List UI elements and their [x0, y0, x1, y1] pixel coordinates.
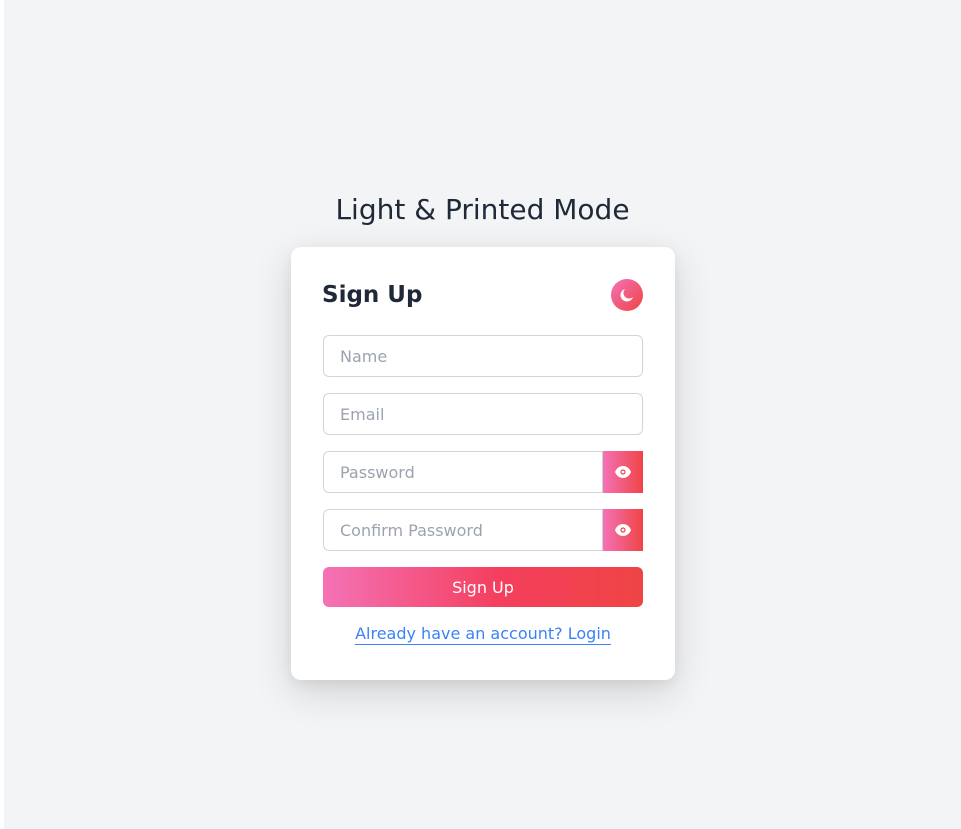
name-field-wrapper [323, 335, 643, 377]
password-visibility-toggle[interactable] [603, 451, 643, 493]
confirm-password-visibility-toggle[interactable] [603, 509, 643, 551]
signup-submit-button[interactable]: Sign Up [323, 567, 643, 607]
email-field-wrapper [323, 393, 643, 435]
moon-icon [620, 289, 633, 302]
login-link[interactable]: Already have an account? Login [355, 624, 611, 645]
signup-card: Sign Up Name Email Sign Up Already have … [291, 247, 675, 680]
eye-icon [615, 524, 631, 536]
password-field-wrapper [323, 451, 643, 493]
theme-toggle-button[interactable] [611, 279, 643, 311]
name-input[interactable] [323, 335, 643, 377]
email-input[interactable] [323, 393, 643, 435]
form-title: Sign Up [322, 282, 423, 308]
confirm-password-field-wrapper [323, 509, 643, 551]
eye-icon [615, 466, 631, 478]
card-header: Sign Up [322, 278, 643, 312]
confirm-password-input[interactable] [323, 509, 603, 551]
page-background: Light & Printed Mode Sign Up Name Email … [4, 0, 961, 829]
password-input[interactable] [323, 451, 603, 493]
page-title: Light & Printed Mode [335, 193, 630, 226]
login-link-wrapper: Already have an account? Login [291, 624, 675, 645]
